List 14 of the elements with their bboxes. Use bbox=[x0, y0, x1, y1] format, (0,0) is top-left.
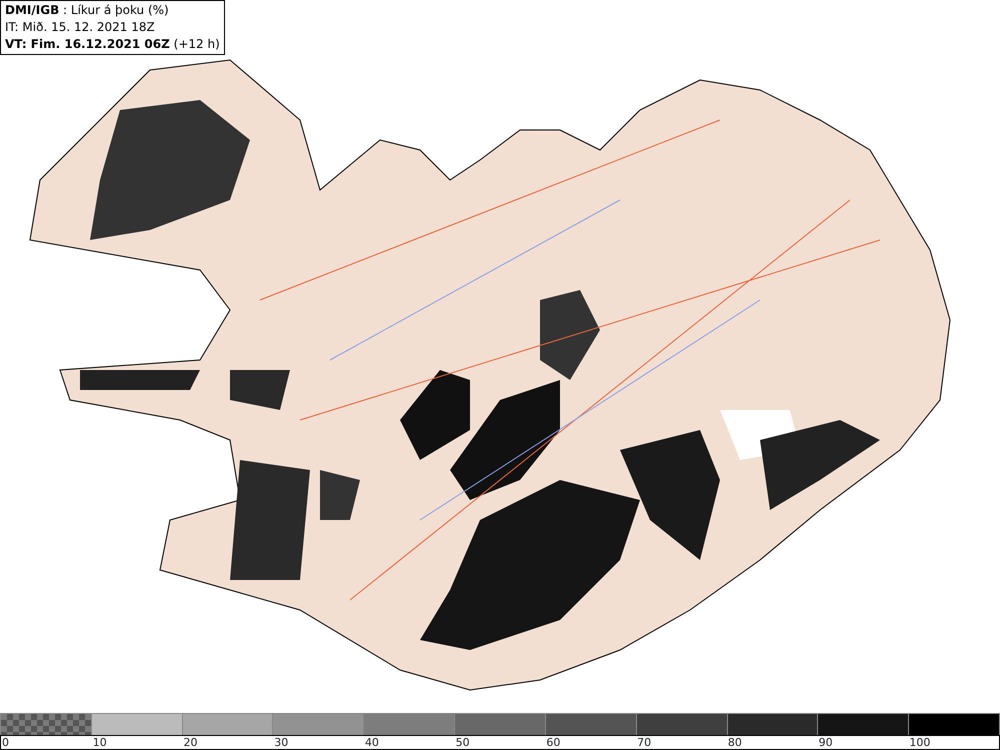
legend-label: 60 bbox=[546, 736, 560, 749]
legend-label: 80 bbox=[728, 736, 742, 749]
legend-label: 30 bbox=[274, 736, 288, 749]
legend-label: 100 bbox=[909, 736, 930, 749]
legend-label: 70 bbox=[637, 736, 652, 749]
legend-label: 0 bbox=[2, 736, 9, 749]
title-line: VT: Fim. 16.12.2021 06Z (+12 h) bbox=[5, 36, 220, 53]
legend-label: 10 bbox=[92, 736, 107, 749]
legend-label: 20 bbox=[183, 736, 198, 749]
legend-label: 90 bbox=[818, 736, 833, 749]
legend-label: 50 bbox=[456, 736, 470, 749]
title-line: IT: Mið. 15. 12. 2021 18Z bbox=[5, 19, 156, 36]
title-line: DMI/IGB : Líkur á þoku (%) bbox=[5, 2, 170, 19]
legend-label: 40 bbox=[364, 736, 379, 749]
